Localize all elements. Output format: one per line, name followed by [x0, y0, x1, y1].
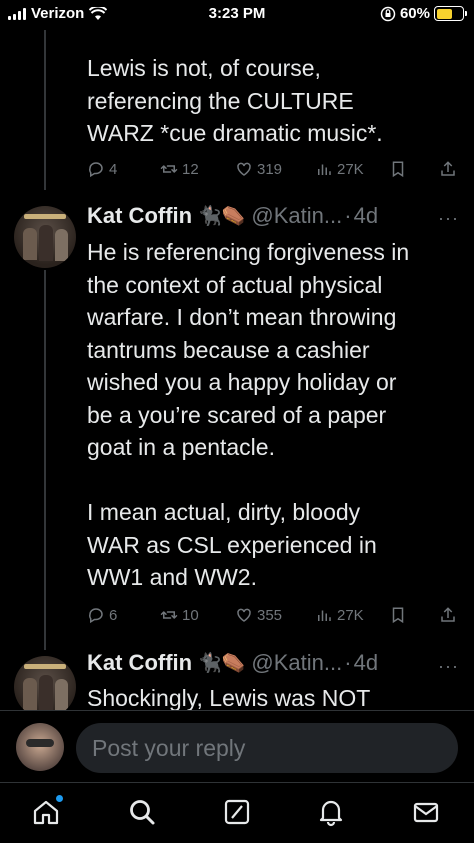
author-name[interactable]: Kat Coffin — [87, 650, 192, 676]
thread-line — [44, 270, 46, 650]
like-button[interactable]: 319 — [235, 160, 282, 178]
separator-dot: · — [344, 203, 352, 228]
notifications-icon — [319, 800, 343, 827]
tweet-header: Kat Coffin 🐈‍⬛⚰️ @Katin... · 4d — [87, 650, 378, 676]
separator-dot: · — [344, 650, 352, 675]
views-count: 27K — [337, 606, 364, 624]
like-count: 319 — [257, 160, 283, 178]
tweet-header: Kat Coffin 🐈‍⬛⚰️ @Katin... · 4d — [87, 203, 378, 229]
avatar[interactable] — [14, 656, 76, 718]
avatar[interactable] — [16, 723, 64, 771]
reply-button[interactable]: 4 — [87, 160, 117, 178]
search-icon — [130, 800, 155, 825]
reply-count: 4 — [109, 160, 118, 178]
share-icon — [441, 161, 455, 176]
bottom-nav — [0, 782, 474, 843]
nav-home[interactable] — [31, 795, 63, 827]
like-button[interactable]: 355 — [235, 606, 282, 624]
reply-icon — [89, 162, 103, 178]
views-icon — [318, 164, 331, 175]
bookmark-icon — [392, 161, 404, 178]
tweet-time[interactable]: 4d — [354, 650, 378, 676]
views-count: 27K — [337, 160, 364, 178]
nav-messages[interactable] — [411, 797, 441, 827]
views-icon — [318, 610, 331, 621]
avatar[interactable] — [14, 206, 76, 268]
more-options-icon[interactable]: ··· — [438, 208, 459, 229]
like-count: 355 — [257, 606, 283, 624]
retweet-icon — [160, 611, 178, 619]
like-icon — [237, 608, 251, 622]
retweet-button[interactable]: 12 — [160, 160, 199, 178]
author-handle[interactable]: @Katin... — [251, 203, 342, 229]
more-options-icon[interactable]: ··· — [438, 656, 459, 677]
reply-icon — [89, 608, 103, 624]
retweet-count: 10 — [182, 606, 199, 624]
like-icon — [237, 162, 251, 176]
retweet-button[interactable]: 10 — [160, 606, 199, 624]
views-button[interactable]: 27K — [315, 160, 364, 178]
tweet-text: He is referencing forgiveness in the con… — [87, 239, 410, 590]
bookmark-button[interactable] — [389, 160, 407, 178]
tweet-actions: 4 12 319 27K — [87, 160, 457, 184]
reply-input[interactable]: Post your reply — [76, 723, 458, 773]
notification-dot — [56, 795, 63, 802]
reply-bar: Post your reply — [0, 710, 474, 782]
author-emojis: 🐈‍⬛⚰️ — [198, 206, 246, 227]
nav-search[interactable] — [127, 797, 157, 827]
author-name[interactable]: Kat Coffin — [87, 203, 192, 229]
share-button[interactable] — [439, 160, 457, 178]
retweet-icon — [160, 165, 178, 173]
share-icon — [441, 607, 455, 622]
nav-notifications[interactable] — [316, 797, 346, 827]
home-icon — [33, 800, 59, 825]
share-button[interactable] — [439, 606, 457, 624]
battery-percent: 60% — [399, 5, 430, 22]
tweet-time[interactable]: 4d — [354, 203, 378, 229]
grok-icon — [224, 799, 250, 825]
tweet-text: Lewis is not, of course, referencing the… — [87, 55, 383, 146]
author-handle[interactable]: @Katin... — [251, 650, 342, 676]
views-button[interactable]: 27K — [315, 606, 364, 624]
nav-grok[interactable] — [222, 797, 252, 827]
tweet-actions: 6 10 355 27K — [87, 606, 457, 630]
orientation-lock-icon — [380, 6, 396, 21]
author-emojis: 🐈‍⬛⚰️ — [198, 653, 246, 674]
thread-line — [44, 30, 46, 190]
battery-icon — [434, 6, 467, 21]
reply-button[interactable]: 6 — [87, 606, 117, 624]
messages-icon — [413, 802, 439, 823]
retweet-count: 12 — [182, 160, 199, 178]
bookmark-icon — [392, 607, 404, 624]
status-bar: Verizon 3:23 PM 60% — [0, 0, 474, 30]
reply-count: 6 — [109, 606, 118, 624]
bookmark-button[interactable] — [389, 606, 407, 624]
